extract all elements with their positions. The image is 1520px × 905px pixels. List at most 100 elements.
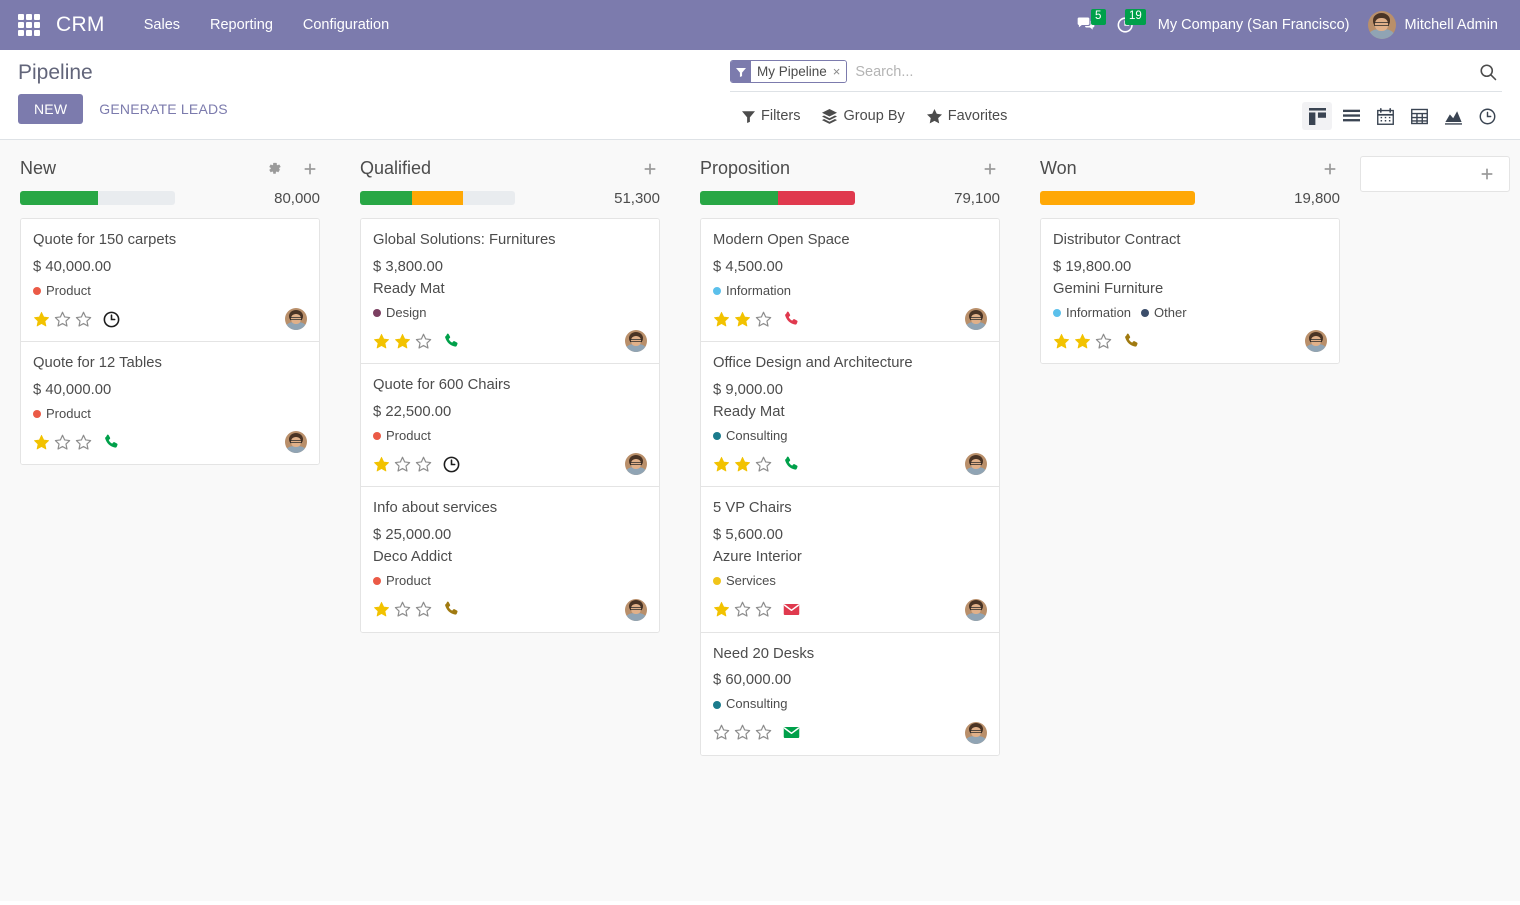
card-assignee-avatar[interactable] (625, 330, 647, 352)
progress-segment[interactable] (1040, 191, 1195, 205)
star-empty-icon[interactable] (415, 333, 432, 350)
add-column-button[interactable] (1360, 156, 1510, 192)
card-assignee-avatar[interactable] (1305, 330, 1327, 352)
search-button[interactable] (1468, 62, 1502, 82)
star-empty-icon[interactable] (734, 601, 751, 618)
column-add-card-button[interactable] (300, 159, 320, 179)
activities-menu[interactable]: 19 (1106, 9, 1146, 41)
kanban-progress-bar[interactable] (20, 191, 175, 205)
star-filled-icon[interactable] (713, 601, 730, 618)
view-button-list[interactable] (1336, 102, 1366, 130)
search-input[interactable] (847, 60, 1468, 83)
kanban-card[interactable]: Modern Open Space$ 4,500.00Information (701, 219, 999, 342)
menu-item-reporting[interactable]: Reporting (197, 11, 286, 39)
menu-item-sales[interactable]: Sales (131, 11, 193, 39)
star-filled-icon[interactable] (33, 434, 50, 451)
star-filled-icon[interactable] (373, 456, 390, 473)
filters-dropdown[interactable]: Filters (742, 106, 800, 126)
card-assignee-avatar[interactable] (965, 722, 987, 744)
star-filled-icon[interactable] (713, 311, 730, 328)
star-filled-icon[interactable] (373, 601, 390, 618)
card-assignee-avatar[interactable] (965, 308, 987, 330)
messages-menu[interactable]: 5 (1066, 9, 1106, 41)
view-button-calendar[interactable] (1370, 102, 1400, 130)
star-filled-icon[interactable] (734, 456, 751, 473)
search-facet-my-pipeline[interactable]: My Pipeline × (730, 60, 847, 83)
star-filled-icon[interactable] (373, 333, 390, 350)
groupby-dropdown[interactable]: Group By (822, 106, 904, 126)
kanban-card[interactable]: Global Solutions: Furnitures$ 3,800.00Re… (361, 219, 659, 364)
kanban-column-title[interactable]: Won (1040, 156, 1077, 181)
card-activity-phone[interactable] (782, 455, 801, 474)
card-activity-clock[interactable] (102, 310, 121, 329)
app-brand-crm[interactable]: CRM (56, 13, 105, 37)
star-filled-icon[interactable] (33, 311, 50, 328)
card-activity-phone[interactable] (1122, 332, 1141, 351)
star-empty-icon[interactable] (54, 434, 71, 451)
column-add-card-button[interactable] (980, 159, 1000, 179)
column-settings-button[interactable] (265, 159, 284, 178)
kanban-card[interactable]: Quote for 600 Chairs$ 22,500.00Product (361, 364, 659, 487)
generate-leads-button[interactable]: GENERATE LEADS (97, 94, 230, 124)
star-empty-icon[interactable] (75, 311, 92, 328)
view-button-graph[interactable] (1438, 102, 1468, 130)
card-activity-phone[interactable] (442, 332, 461, 351)
kanban-progress-bar[interactable] (700, 191, 855, 205)
kanban-card[interactable]: Quote for 150 carpets$ 40,000.00Product (21, 219, 319, 342)
kanban-card[interactable]: Info about services$ 25,000.00Deco Addic… (361, 487, 659, 631)
card-activity-envelope[interactable] (782, 723, 801, 742)
star-filled-icon[interactable] (1074, 333, 1091, 350)
card-assignee-avatar[interactable] (285, 308, 307, 330)
view-button-pivot[interactable] (1404, 102, 1434, 130)
card-activity-phone[interactable] (442, 600, 461, 619)
card-assignee-avatar[interactable] (625, 599, 647, 621)
progress-segment[interactable] (360, 191, 412, 205)
card-activity-envelope[interactable] (782, 600, 801, 619)
menu-item-configuration[interactable]: Configuration (290, 11, 402, 39)
kanban-column-title[interactable]: Qualified (360, 156, 431, 181)
kanban-card[interactable]: Office Design and Architecture$ 9,000.00… (701, 342, 999, 487)
kanban-progress-bar[interactable] (360, 191, 515, 205)
progress-segment[interactable] (20, 191, 98, 205)
star-empty-icon[interactable] (1095, 333, 1112, 350)
star-filled-icon[interactable] (394, 333, 411, 350)
star-empty-icon[interactable] (755, 724, 772, 741)
view-button-kanban[interactable] (1302, 102, 1332, 130)
company-switcher[interactable]: My Company (San Francisco) (1146, 11, 1362, 39)
progress-segment[interactable] (778, 191, 856, 205)
user-menu[interactable]: Mitchell Admin (1362, 7, 1506, 43)
progress-segment[interactable] (700, 191, 778, 205)
card-assignee-avatar[interactable] (625, 453, 647, 475)
star-empty-icon[interactable] (54, 311, 71, 328)
star-filled-icon[interactable] (1053, 333, 1070, 350)
star-empty-icon[interactable] (415, 456, 432, 473)
card-assignee-avatar[interactable] (965, 453, 987, 475)
star-empty-icon[interactable] (713, 724, 730, 741)
kanban-card[interactable]: 5 VP Chairs$ 5,600.00Azure InteriorServi… (701, 487, 999, 632)
kanban-progress-bar[interactable] (1040, 191, 1195, 205)
star-empty-icon[interactable] (755, 311, 772, 328)
view-button-activity[interactable] (1472, 102, 1502, 130)
kanban-card[interactable]: Distributor Contract$ 19,800.00Gemini Fu… (1041, 219, 1339, 363)
star-empty-icon[interactable] (734, 724, 751, 741)
card-assignee-avatar[interactable] (965, 599, 987, 621)
card-activity-phone[interactable] (102, 433, 121, 452)
star-empty-icon[interactable] (75, 434, 92, 451)
star-empty-icon[interactable] (394, 601, 411, 618)
kanban-card[interactable]: Quote for 12 Tables$ 40,000.00Product (21, 342, 319, 464)
kanban-column-title[interactable]: New (20, 156, 56, 181)
card-activity-clock[interactable] (442, 455, 461, 474)
new-button[interactable]: NEW (18, 94, 83, 124)
star-empty-icon[interactable] (755, 456, 772, 473)
column-add-card-button[interactable] (640, 159, 660, 179)
star-empty-icon[interactable] (755, 601, 772, 618)
star-empty-icon[interactable] (415, 601, 432, 618)
close-icon[interactable]: × (831, 61, 847, 82)
column-add-card-button[interactable] (1320, 159, 1340, 179)
star-filled-icon[interactable] (713, 456, 730, 473)
progress-segment[interactable] (412, 191, 464, 205)
card-assignee-avatar[interactable] (285, 431, 307, 453)
card-activity-phone[interactable] (782, 310, 801, 329)
apps-grid-icon[interactable] (18, 14, 40, 36)
favorites-dropdown[interactable]: Favorites (927, 106, 1008, 126)
